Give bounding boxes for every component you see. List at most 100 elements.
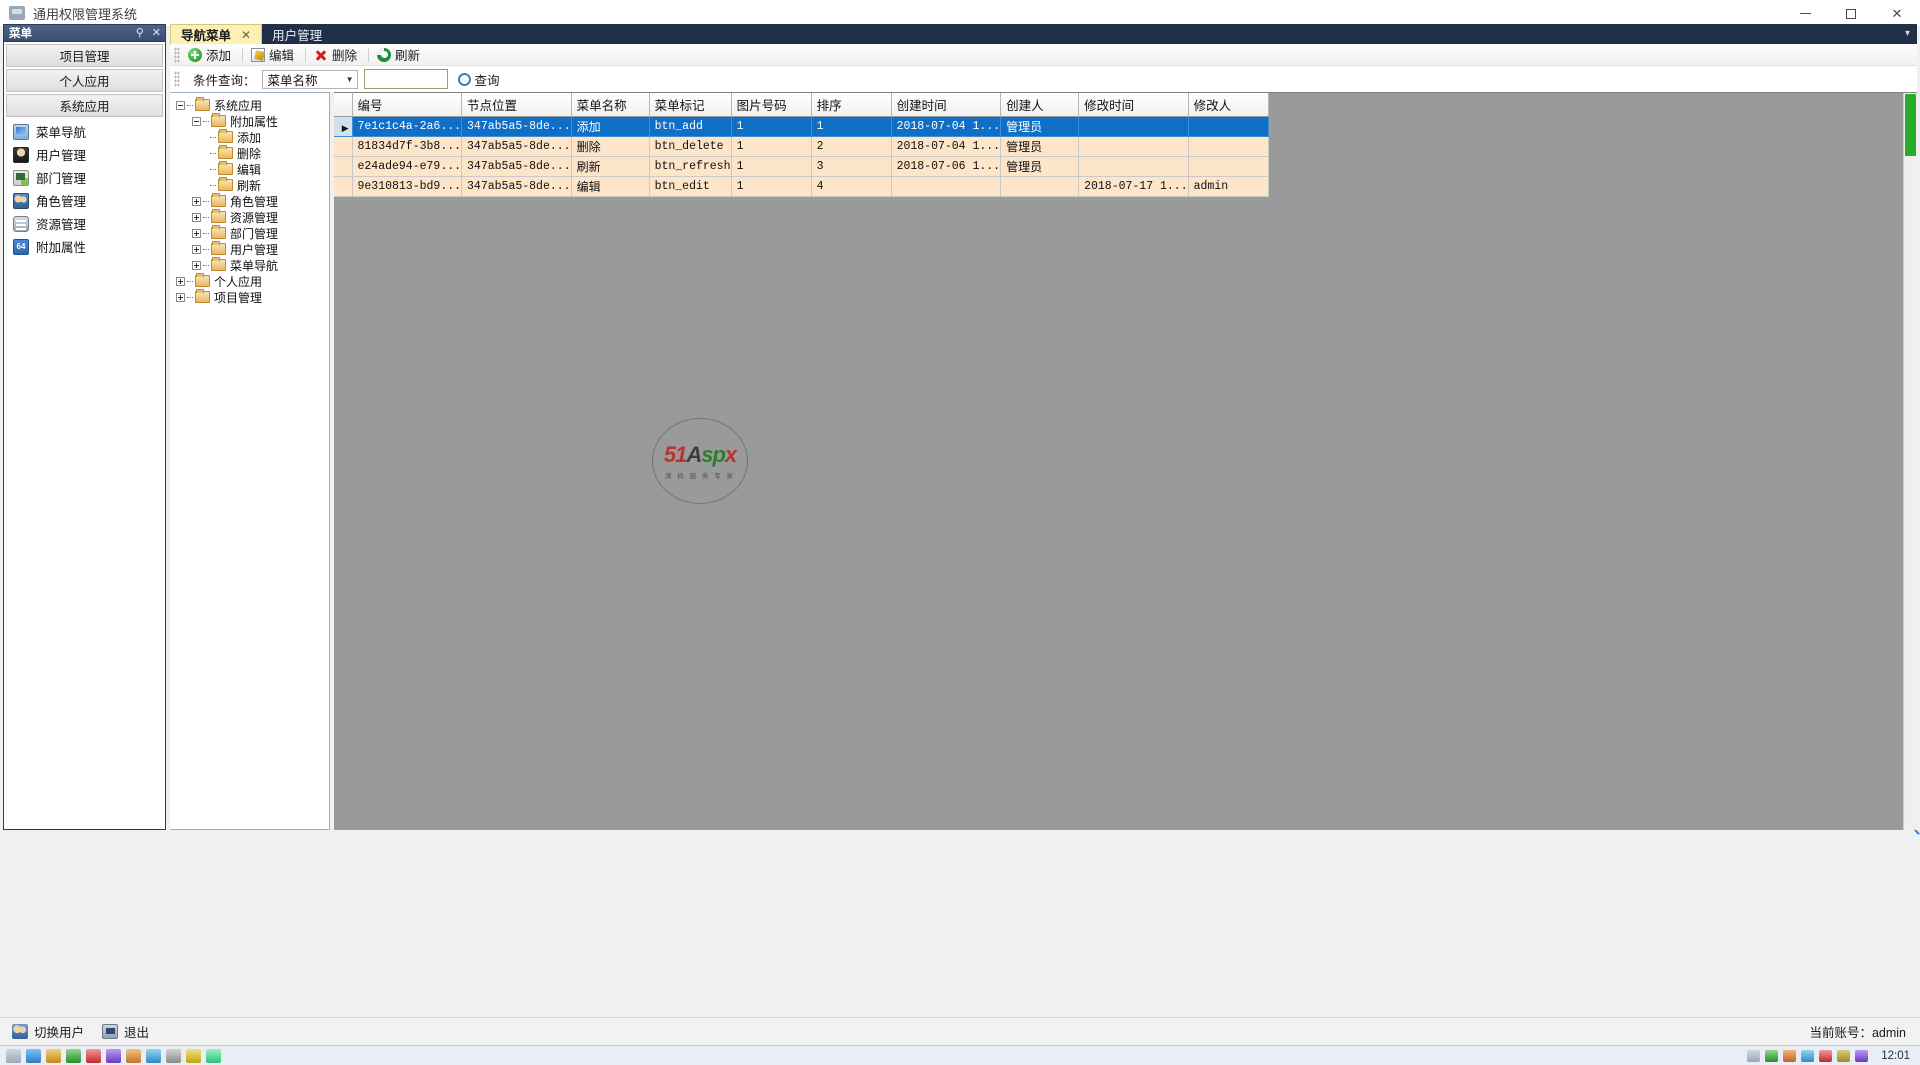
tree-node-project-management[interactable]: 项目管理 (176, 289, 329, 305)
taskbar-icon-explorer[interactable] (26, 1048, 41, 1063)
column-header-created-at[interactable]: 创建时间 (891, 93, 1002, 117)
delete-button[interactable]: 删除 (311, 44, 363, 65)
scrollbar-thumb[interactable] (1905, 94, 1916, 156)
column-header-tag[interactable]: 菜单标记 (649, 93, 732, 117)
close-button[interactable]: ✕ (1874, 0, 1920, 27)
collapse-icon[interactable] (192, 116, 201, 126)
folder-icon (195, 273, 210, 287)
switch-user-button[interactable]: 切换用户 (12, 1022, 84, 1041)
nav-group-project[interactable]: 项目管理 (6, 44, 163, 67)
column-header-id[interactable]: 编号 (352, 93, 463, 117)
taskbar-icon-app8[interactable] (206, 1048, 221, 1063)
table-row[interactable]: 9e310813-bd9... 347ab5a5-8de... 编辑 btn_e… (334, 176, 1269, 197)
sidebar-item-resource-management[interactable]: 资源管理 (4, 212, 165, 235)
tree-node-additional-attributes[interactable]: 附加属性 (176, 113, 329, 129)
logout-label: 退出 (124, 1026, 150, 1040)
taskbar-icon-folder[interactable] (46, 1048, 61, 1063)
minimize-button[interactable] (1782, 0, 1828, 27)
tray-icon-4[interactable] (1801, 1049, 1815, 1062)
taskbar-icon-app1[interactable] (66, 1048, 81, 1063)
panel-close-icon[interactable]: ✕ (152, 26, 161, 40)
taskbar-icon-app6[interactable] (166, 1048, 181, 1063)
tab-navigation-menu[interactable]: 导航菜单 ✕ (170, 24, 263, 44)
search-input[interactable] (363, 69, 448, 89)
sidebar-item-additional-attributes[interactable]: 64 附加属性 (4, 235, 165, 258)
tree-node-department-management[interactable]: 部门管理 (176, 225, 329, 241)
sidebar-item-user-management[interactable]: 用户管理 (4, 143, 165, 166)
expand-icon[interactable] (192, 228, 201, 238)
column-header-node[interactable]: 节点位置 (461, 93, 572, 117)
expand-icon[interactable] (176, 276, 185, 286)
chevron-down-icon[interactable]: ▾ (1905, 28, 1910, 39)
filter-grip[interactable] (174, 71, 180, 87)
expand-icon[interactable] (192, 244, 201, 254)
user-icon (13, 146, 29, 163)
column-header-image-no[interactable]: 图片号码 (731, 93, 812, 117)
tree-node-refresh[interactable]: 刷新 (176, 177, 329, 193)
taskbar-clock[interactable]: 12:01 (1881, 1050, 1910, 1062)
sidebar-item-role-management[interactable]: 角色管理 (4, 189, 165, 212)
taskbar-icon-app5[interactable] (146, 1048, 161, 1063)
tree-node-personal-app[interactable]: 个人应用 (176, 273, 329, 289)
sidebar-item-menu-nav[interactable]: 菜单导航 (4, 120, 165, 143)
grid-vertical-scrollbar[interactable] (1903, 93, 1917, 830)
expand-icon[interactable] (192, 212, 201, 222)
taskbar-icon-app2[interactable] (86, 1048, 101, 1063)
tray-icon-3[interactable] (1783, 1049, 1797, 1062)
tree-node-role-management[interactable]: 角色管理 (176, 193, 329, 209)
tree-node-menu-navigation[interactable]: 菜单导航 (176, 257, 329, 273)
add-button[interactable]: 添加 (185, 44, 237, 65)
tree-node-user-management[interactable]: 用户管理 (176, 241, 329, 257)
table-row[interactable]: e24ade94-e79... 347ab5a5-8de... 刷新 btn_r… (334, 156, 1269, 177)
taskbar-icon-app7[interactable] (186, 1048, 201, 1063)
tree-connector (210, 136, 216, 138)
expand-icon[interactable] (192, 196, 201, 206)
taskbar-start-icon[interactable] (6, 1048, 21, 1063)
query-button[interactable]: 查询 (454, 70, 504, 89)
column-header-created-by[interactable]: 创建人 (1000, 93, 1080, 117)
tree-node-edit[interactable]: 编辑 (176, 161, 329, 177)
cell-image-no: 1 (731, 156, 812, 177)
grid-header-row: 编号 节点位置 菜单名称 菜单标记 图片号码 排序 创建时间 创建人 修改时间 … (334, 93, 1269, 117)
taskbar-icon-app4[interactable] (126, 1048, 141, 1063)
edit-button[interactable]: 编辑 (248, 44, 300, 65)
watermark-main: 51Aspx (663, 442, 737, 467)
maximize-button[interactable] (1828, 0, 1874, 27)
toolbar-grip[interactable] (174, 46, 180, 63)
column-header-modified-by[interactable]: 修改人 (1188, 93, 1269, 117)
tree-node-resource-management[interactable]: 资源管理 (176, 209, 329, 225)
row-indicator: ▶ (334, 116, 353, 137)
tray-icon-6[interactable] (1837, 1049, 1851, 1062)
refresh-button[interactable]: 刷新 (374, 44, 426, 65)
tab-close-icon[interactable]: ✕ (241, 28, 251, 42)
sidebar-item-department-management[interactable]: 部门管理 (4, 166, 165, 189)
expand-icon[interactable] (176, 292, 185, 302)
folder-icon (218, 177, 233, 191)
tree-node-delete[interactable]: 删除 (176, 145, 329, 161)
expand-icon[interactable] (192, 260, 201, 270)
table-row[interactable]: 81834d7f-3b8... 347ab5a5-8de... 删除 btn_d… (334, 136, 1269, 157)
tab-user-management[interactable]: 用户管理 (262, 24, 332, 44)
column-header-modified-at[interactable]: 修改时间 (1078, 93, 1189, 117)
tree-node-label: 菜单导航 (230, 258, 279, 273)
collapse-icon[interactable] (176, 100, 185, 110)
nav-group-personal[interactable]: 个人应用 (6, 69, 163, 92)
filter-field-select[interactable]: 菜单名称 ▼ (261, 69, 358, 89)
tray-icon-1[interactable] (1747, 1049, 1761, 1062)
cell-modified-by (1188, 136, 1269, 157)
column-header-name[interactable]: 菜单名称 (571, 93, 650, 117)
logout-button[interactable]: 退出 (102, 1022, 149, 1041)
tree-node-label: 删除 (237, 146, 262, 161)
nav-group-system[interactable]: 系统应用 (6, 94, 163, 117)
tree-node-system-app[interactable]: 系统应用 (176, 97, 329, 113)
column-header-sort[interactable]: 排序 (811, 93, 892, 117)
tray-icon-2[interactable] (1765, 1049, 1779, 1062)
application-window: 通用权限管理系统 ✕ 菜单 ⚲ ✕ 项目管理 个人应用 系统应用 菜单导航 用户 (0, 0, 1920, 1065)
cell-sort: 1 (811, 116, 892, 137)
table-row[interactable]: ▶ 7e1c1c4a-2a6... 347ab5a5-8de... 添加 btn… (334, 116, 1269, 137)
tree-node-add[interactable]: 添加 (176, 129, 329, 145)
pin-icon[interactable]: ⚲ (136, 26, 144, 40)
tray-icon-5[interactable] (1819, 1049, 1833, 1062)
tray-icon-7[interactable] (1855, 1049, 1869, 1062)
taskbar-icon-app3[interactable] (106, 1048, 121, 1063)
